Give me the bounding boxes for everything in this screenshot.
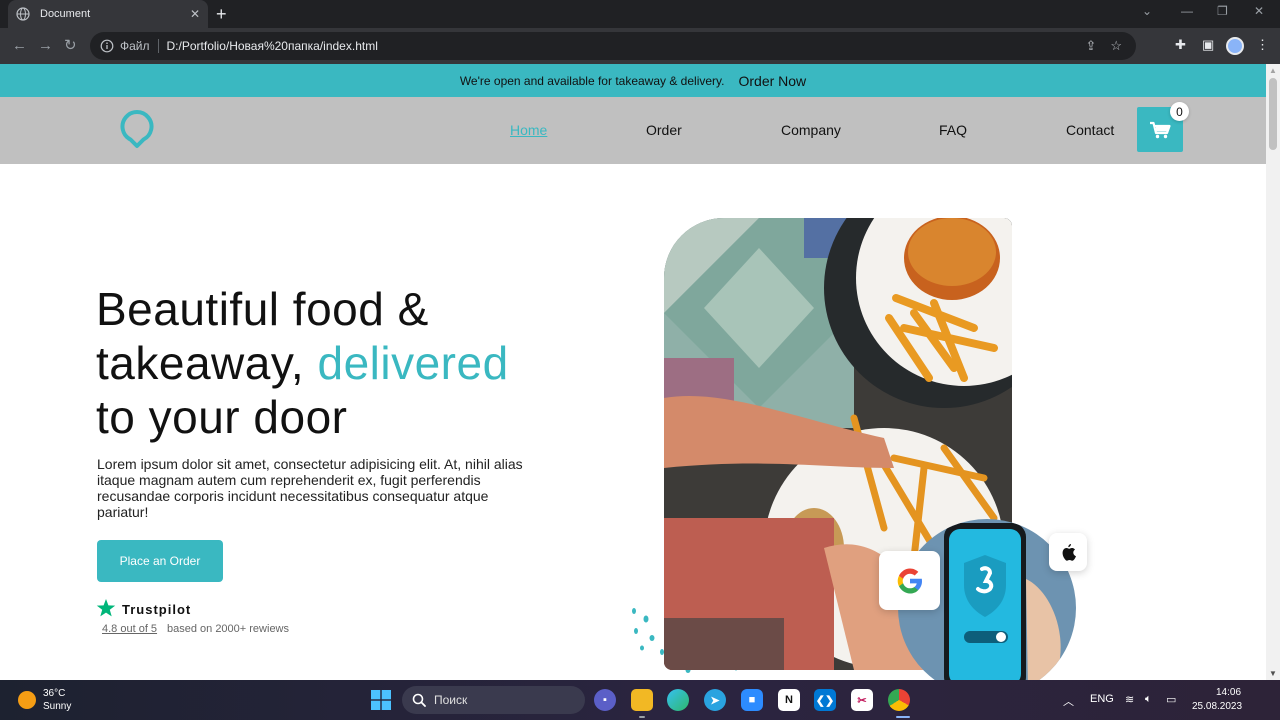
menu-dots-icon[interactable]: ⋮ <box>1256 37 1269 53</box>
zoom-icon[interactable]: ■ <box>741 689 763 711</box>
browser-tab[interactable]: Document ✕ <box>8 0 208 28</box>
hero-heading-line1: Beautiful food & <box>96 283 429 335</box>
side-panel-icon[interactable]: ▣ <box>1202 37 1214 53</box>
cart-count-badge: 0 <box>1170 102 1189 121</box>
share-icon[interactable]: ⇪ <box>1085 38 1096 54</box>
snipping-tool-icon[interactable]: ✂ <box>851 689 873 711</box>
volume-icon[interactable]: 🔈︎ <box>1145 693 1152 706</box>
file-explorer-icon[interactable] <box>631 689 653 711</box>
url-text[interactable]: D:/Portfolio/Новая%20папка/index.html <box>167 39 1086 53</box>
nav-link-company[interactable]: Company <box>781 122 841 138</box>
chrome-running-indicator <box>896 716 910 718</box>
nav-link-home[interactable]: Home <box>510 122 547 138</box>
address-separator <box>157 39 159 53</box>
address-bar[interactable]: Файл D:/Portfolio/Новая%20папка/index.ht… <box>90 32 1136 60</box>
vscode-icon[interactable]: ❮❯ <box>814 689 836 711</box>
teams-icon[interactable]: ▪ <box>594 689 616 711</box>
windows-taskbar: 36°C Sunny Поиск ▪ ➤ ■ N ❮❯ ✂ ︿ ENG ≋ 🔈︎… <box>0 680 1280 720</box>
announcement-bar: We're open and available for takeaway & … <box>0 64 1266 97</box>
telegram-icon[interactable]: ➤ <box>704 689 726 711</box>
notion-icon[interactable]: N <box>778 689 800 711</box>
address-scheme-label: Файл <box>120 39 150 53</box>
google-play-badge[interactable] <box>879 551 940 610</box>
minimize-icon[interactable]: — <box>1181 4 1193 18</box>
cart-icon <box>1150 121 1171 138</box>
scroll-up-icon[interactable]: ▲ <box>1269 66 1277 75</box>
edge-icon[interactable] <box>667 689 689 711</box>
weather-condition[interactable]: Sunny <box>43 701 71 712</box>
chrome-icon[interactable] <box>888 689 910 711</box>
wifi-icon[interactable]: ≋ <box>1125 693 1134 706</box>
tab-search-icon[interactable]: ⌄ <box>1142 4 1152 18</box>
tab-close-icon[interactable]: ✕ <box>190 7 200 21</box>
announcement-text: We're open and available for takeaway & … <box>459 73 725 88</box>
input-language[interactable]: ENG <box>1090 693 1114 705</box>
close-window-icon[interactable]: ✕ <box>1254 4 1264 18</box>
clock-time[interactable]: 14:06 <box>1216 687 1241 698</box>
trustpilot-rating-link[interactable]: 4.8 out of 5 <box>102 623 157 635</box>
tray-overflow-chevron-icon[interactable]: ︿ <box>1063 693 1074 709</box>
hero-heading: Beautiful food & takeaway, delivered to … <box>96 282 616 444</box>
trustpilot-star-icon <box>96 599 116 617</box>
google-icon <box>897 568 922 593</box>
restore-icon[interactable]: ❐ <box>1217 4 1228 18</box>
file-explorer-running-indicator <box>639 716 645 718</box>
page-viewport: We're open and available for takeaway & … <box>0 64 1266 680</box>
new-tab-button[interactable]: + <box>216 4 227 24</box>
search-icon <box>412 693 426 707</box>
page-scrollbar[interactable]: ▲ ▼ <box>1266 64 1280 680</box>
search-placeholder: Поиск <box>434 693 468 707</box>
order-now-link[interactable]: Order Now <box>738 73 806 89</box>
hero-heading-accent: delivered <box>317 337 509 389</box>
nav-link-order[interactable]: Order <box>646 122 682 138</box>
profile-avatar[interactable] <box>1226 37 1244 55</box>
nav-link-faq[interactable]: FAQ <box>939 122 967 138</box>
browser-toolbar: ← → ↻ Файл D:/Portfolio/Новая%20папка/in… <box>0 28 1280 64</box>
start-icon[interactable] <box>371 690 391 710</box>
hero-heading-line3: to your door <box>96 391 348 443</box>
logo-pin-icon[interactable] <box>118 109 156 149</box>
app-store-badge[interactable] <box>1049 533 1087 571</box>
place-order-button[interactable]: Place an Order <box>97 540 223 582</box>
info-icon[interactable] <box>100 39 114 53</box>
weather-temperature[interactable]: 36°C <box>43 688 65 699</box>
tab-title: Document <box>40 8 91 20</box>
weather-sun-icon[interactable] <box>18 691 36 709</box>
bookmark-star-icon[interactable]: ☆ <box>1110 38 1122 54</box>
trustpilot-label: Trustpilot <box>122 602 192 617</box>
taskbar-search[interactable]: Поиск <box>402 686 585 714</box>
nav-link-contact[interactable]: Contact <box>1066 122 1114 138</box>
scroll-down-icon[interactable]: ▼ <box>1269 669 1277 678</box>
browser-tab-bar: Document ✕ + ⌄ — ❐ ✕ <box>0 0 1280 28</box>
clock-date[interactable]: 25.08.2023 <box>1192 701 1242 712</box>
hero-description: Lorem ipsum dolor sit amet, consectetur … <box>97 456 523 520</box>
apple-icon <box>1062 544 1076 561</box>
trustpilot-review-count: based on 2000+ rewiews <box>167 623 289 635</box>
back-icon[interactable]: ← <box>12 37 27 55</box>
site-navbar: Home Order Company FAQ Contact 0 <box>0 97 1266 164</box>
forward-icon[interactable]: → <box>38 37 53 55</box>
reload-icon[interactable]: ↻ <box>64 37 77 55</box>
globe-icon <box>16 7 30 21</box>
extensions-icon[interactable]: ✚ <box>1175 37 1186 53</box>
hero-heading-line2: takeaway, <box>96 337 318 389</box>
battery-icon[interactable]: ▭ <box>1166 693 1176 706</box>
scrollbar-thumb[interactable] <box>1269 78 1277 150</box>
